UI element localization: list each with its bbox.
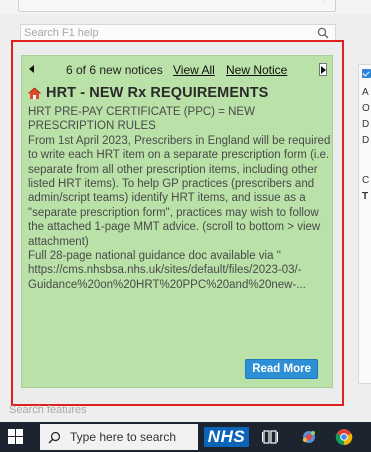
checkbox-icon[interactable] xyxy=(362,69,371,78)
notice-title: HRT - NEW Rx REQUIREMENTS xyxy=(28,83,328,103)
notice-card: 6 of 6 new notices View All New Notice H… xyxy=(21,55,333,388)
panel-letter: A xyxy=(362,87,369,98)
taskbar-search-placeholder: Type here to search xyxy=(70,430,177,444)
panel-letter: D xyxy=(362,119,370,130)
panel-letter: T xyxy=(362,191,369,202)
panel-letter: O xyxy=(362,103,370,114)
notice-title-text: HRT - NEW Rx REQUIREMENTS xyxy=(46,85,269,101)
notice-body-link-paragraph: Full 28-page national guidance doc avail… xyxy=(28,250,306,291)
notice-body: HRT PRE-PAY CERTIFICATE (PPC) = NEW PRES… xyxy=(28,105,331,292)
notice-count: 6 of 6 new notices xyxy=(66,63,163,77)
search-icon[interactable] xyxy=(317,27,329,39)
search-icon xyxy=(48,431,61,443)
notice-body-heading: HRT PRE-PAY CERTIFICATE (PPC) = NEW PRES… xyxy=(28,106,255,133)
top-toolbar-strip: ▾ xyxy=(0,0,371,14)
task-view-icon[interactable] xyxy=(261,428,279,446)
chevron-left-icon[interactable] xyxy=(29,65,34,73)
nhs-logo[interactable]: NHS xyxy=(204,427,249,447)
new-notice-link[interactable]: New Notice xyxy=(226,63,287,77)
read-more-button[interactable]: Read More xyxy=(245,359,318,379)
chevron-down-icon: ▾ xyxy=(322,0,327,4)
top-dropdown[interactable]: ▾ xyxy=(18,0,336,12)
taskbar: Type here to search NHS xyxy=(0,422,371,452)
chrome-icon[interactable] xyxy=(335,428,353,446)
panel-letter: C xyxy=(362,175,370,186)
right-side-panel: A O D D C T xyxy=(358,64,371,384)
windows-start-icon[interactable] xyxy=(8,429,24,445)
chevron-right-icon[interactable] xyxy=(319,63,327,76)
house-icon xyxy=(28,87,41,99)
settings-app-icon[interactable] xyxy=(300,428,318,446)
view-all-link[interactable]: View All xyxy=(173,63,215,77)
notice-navigation: 6 of 6 new notices View All New Notice xyxy=(22,62,332,78)
panel-letter: D xyxy=(362,135,370,146)
search-features-input[interactable]: Search features xyxy=(9,404,87,420)
notice-body-paragraph: From 1st April 2023, Prescribers in Engl… xyxy=(28,134,331,248)
taskbar-search-box[interactable]: Type here to search xyxy=(40,424,198,450)
search-help-placeholder: Search F1 help xyxy=(24,27,99,39)
